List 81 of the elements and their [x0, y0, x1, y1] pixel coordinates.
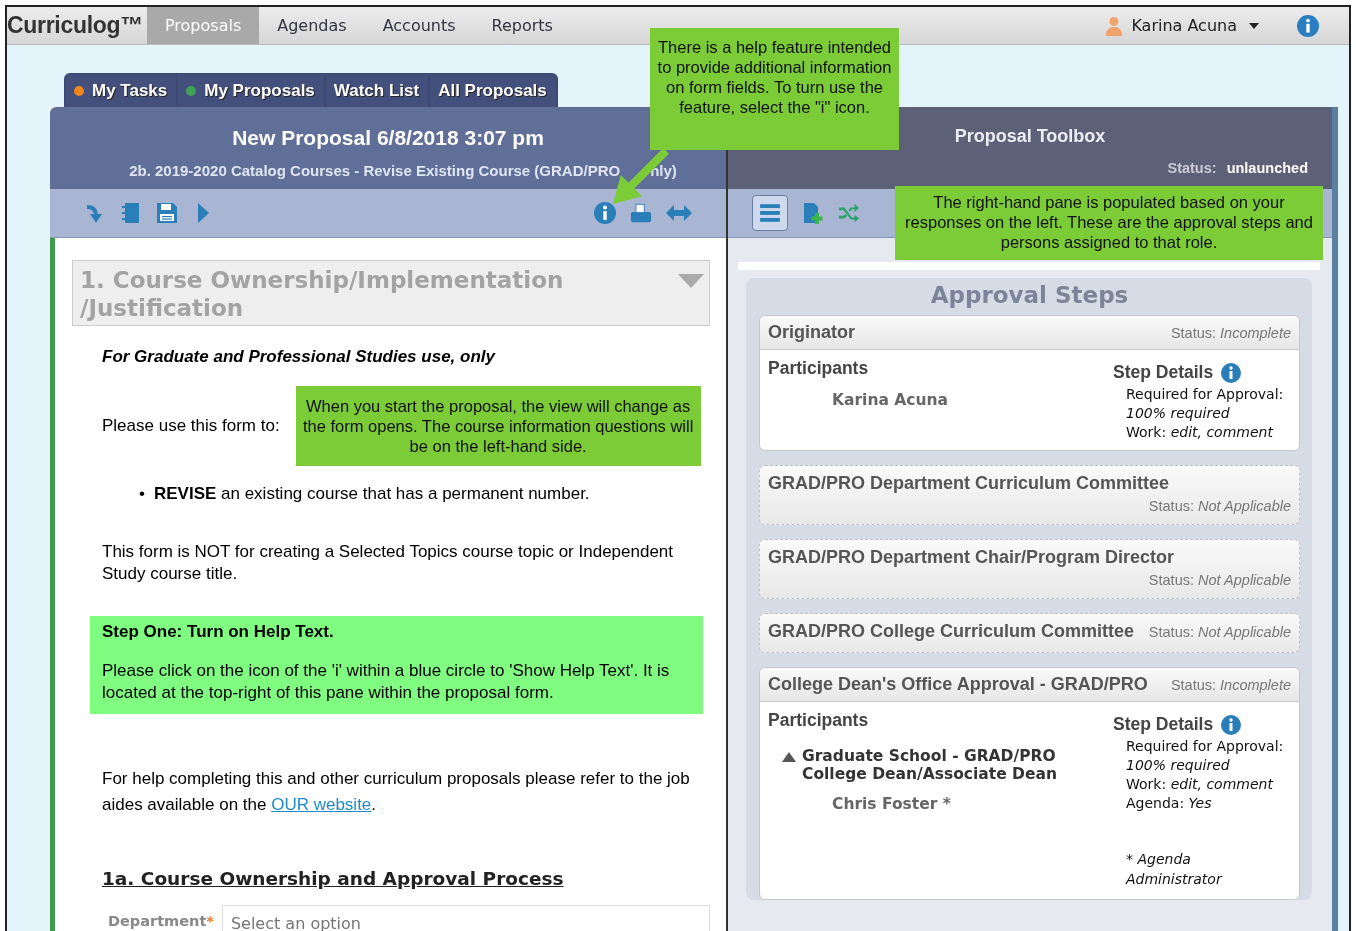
info-icon[interactable] [1221, 362, 1242, 383]
user-menu[interactable]: Karina Acuna [1131, 16, 1237, 35]
nav-tab[interactable]: Accounts [364, 7, 474, 44]
info-icon[interactable] [1297, 14, 1319, 37]
step-name: College Dean's Office Approval - GRAD/PRO [768, 674, 1148, 695]
step-details-label: Step Details [1113, 362, 1214, 383]
participants-label: Participants [768, 710, 870, 731]
form-text: Please use this form to: [102, 416, 280, 436]
proposal-subtitle-end: nly) [650, 162, 677, 179]
app-logo: Curriculog™ [7, 12, 144, 39]
notebook-icon[interactable] [120, 202, 142, 224]
list-icon [759, 202, 781, 224]
approval-step-card[interactable]: GRAD/PRO College Curriculum Committee Status: Not Applicable [759, 613, 1300, 653]
step-details-label: Step Details [1113, 714, 1214, 735]
step-status: Status: Not Applicable [1148, 572, 1291, 588]
subsection-title: 1a. Course Ownership and Approval Process [102, 868, 565, 889]
nav-tab[interactable]: Reports [473, 7, 571, 44]
department-select[interactable]: Select an option [221, 905, 710, 931]
step-status: Status: Not Applicable [1148, 624, 1291, 640]
proposal-tab[interactable]: Watch List [325, 75, 429, 107]
proposal-subtitle: 2b. 2019-2020 Catalog Courses - Revise Existing Course (GRAD/PRO [129, 162, 621, 179]
tab-label: Watch List [333, 81, 420, 101]
step-status: Status: Incomplete [1170, 677, 1291, 693]
step-name: GRAD/PRO College Curriculum Committee [768, 621, 1135, 642]
user-icon [1105, 15, 1124, 36]
step-detail: 100% required [1125, 757, 1231, 773]
step-text: Please click on the icon of the 'i' within a blue circle to 'Show Help Text'. It is located at the top-right of this pane within the proposal form. [102, 660, 671, 704]
step-status: Status: Not Applicable [1148, 498, 1291, 514]
status-value: unlaunched [1226, 160, 1308, 176]
step-detail: Required for Approval: [1125, 738, 1285, 754]
tab-label: My Tasks [92, 81, 168, 101]
expand-arrows-icon[interactable] [666, 204, 692, 222]
participant-group: Graduate School - GRAD/PRO College Dean/Associate Dean [802, 747, 1072, 783]
form-text: This form is NOT for creating a Selected Topics course topic or Independent Study course title. [102, 541, 675, 585]
proposal-tab[interactable]: My Proposals [178, 75, 324, 107]
help-text: For help completing this and other curriculum proposals please refer to the job aides available on the OUR website. [102, 768, 691, 816]
approval-step-card[interactable]: GRAD/PRO Department Chair/Program Director Status: Not Applicable [759, 539, 1300, 599]
website-link[interactable]: OUR website [271, 795, 372, 814]
tab-label: All Proposals [438, 81, 547, 101]
participant-name: Karina Acuna [831, 391, 950, 409]
footnote: * Agenda Administrator [1124, 850, 1224, 889]
section-title: 1. Course Ownership/Implementation /Justification [80, 266, 565, 322]
collapse-triangle-icon[interactable] [782, 752, 796, 762]
step-detail: 100% required [1125, 405, 1231, 421]
bullet-marker: • [139, 483, 145, 505]
step-status: Status: Incomplete [1170, 325, 1291, 341]
step-detail: Work: edit, comment [1125, 424, 1275, 440]
status-label: Status: [1167, 160, 1217, 176]
callout-note: When you start the proposal, the view will change as the form opens. The course information questions will be on the left-hand side. [295, 386, 701, 466]
proposal-title: New Proposal 6/8/2018 3:07 pm [232, 126, 544, 150]
approval-step-card[interactable]: GRAD/PRO Department Curriculum Committee Status: Not Applicable [759, 465, 1300, 525]
approval-steps-title: Approval Steps [929, 282, 1130, 308]
form-note: For Graduate and Professional Studies use, only [102, 347, 497, 367]
proposal-tab[interactable]: My Tasks [66, 75, 177, 107]
participants-label: Participants [768, 358, 870, 379]
add-document-icon[interactable] [802, 202, 824, 224]
save-icon[interactable] [156, 202, 178, 224]
proposal-tab[interactable]: All Proposals [430, 75, 556, 107]
step-name: Originator [768, 322, 855, 343]
callout-note: The right-hand pane is populated based on your responses on the left. These are the approval steps and persons assigned to that role. [895, 186, 1323, 260]
step-name: GRAD/PRO Department Chair/Program Director [768, 547, 1175, 568]
tab-label: My Proposals [204, 81, 315, 101]
caret-icon[interactable] [1249, 22, 1259, 29]
toolbox-title: Proposal Toolbox [953, 126, 1107, 147]
bullet-item: REVISE an existing course that has a permanent number. [153, 483, 590, 505]
field-label: Department* [108, 912, 214, 929]
step-title: Step One: Turn on Help Text. [102, 622, 335, 642]
list-button[interactable] [752, 195, 788, 231]
step-detail: Required for Approval: [1125, 386, 1285, 402]
printer-icon[interactable] [630, 202, 652, 224]
info-icon[interactable] [1221, 714, 1242, 735]
approval-step-card[interactable] [759, 667, 1300, 900]
step-detail: Work: edit, comment [1125, 776, 1275, 792]
info-icon[interactable] [594, 202, 616, 224]
nav-tab[interactable]: Agendas [259, 7, 365, 44]
required-mark: * [206, 913, 214, 929]
participant-name: Chris Foster * [831, 795, 952, 813]
step-detail: Agenda: Yes [1125, 795, 1213, 811]
callout-note: There is a help feature intended to provide additional information on form fields. To turn use the feature, select the "i" icon. [650, 28, 899, 150]
approval-step-card[interactable]: Originator Status: Incomplete Participants Karina Acuna Step Details Required for Approval: 100% required Work: edit, comment [759, 315, 1300, 451]
step-name: GRAD/PRO Department Curriculum Committee [768, 473, 1170, 494]
